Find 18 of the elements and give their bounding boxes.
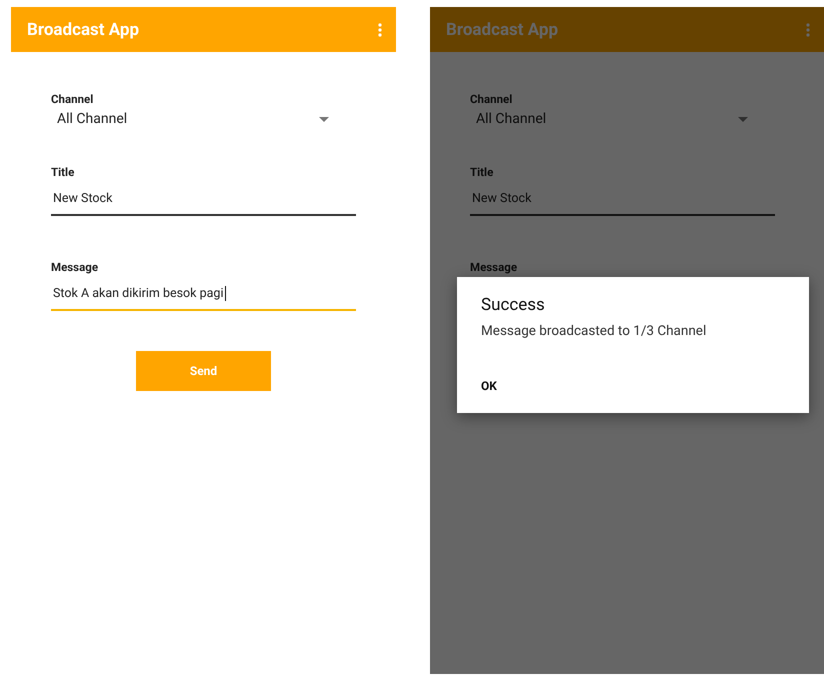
- dialog-message: Message broadcasted to 1/3 Channel: [481, 323, 706, 339]
- field-label: Title: [51, 165, 74, 179]
- dropdown-arrow-icon: [738, 116, 748, 122]
- field-label: Channel: [470, 92, 512, 106]
- dialog-title: Success: [481, 295, 545, 315]
- app-title: Broadcast App: [446, 20, 558, 40]
- menu-icon[interactable]: [806, 22, 810, 36]
- menu-icon[interactable]: [378, 22, 382, 36]
- field-label: Title: [470, 165, 494, 179]
- channel-dropdown[interactable]: All Channel: [51, 107, 341, 127]
- text-field[interactable]: Stok A akan dikirim besok pagi: [51, 277, 356, 311]
- text-field[interactable]: New Stock: [51, 182, 356, 216]
- ok-button[interactable]: OK: [471, 375, 507, 397]
- field-label: Message: [470, 260, 518, 274]
- app-title: Broadcast App: [27, 20, 140, 40]
- field-label: Channel: [51, 92, 94, 106]
- field-label: Message: [51, 260, 98, 274]
- dropdown-arrow-icon: [319, 116, 329, 122]
